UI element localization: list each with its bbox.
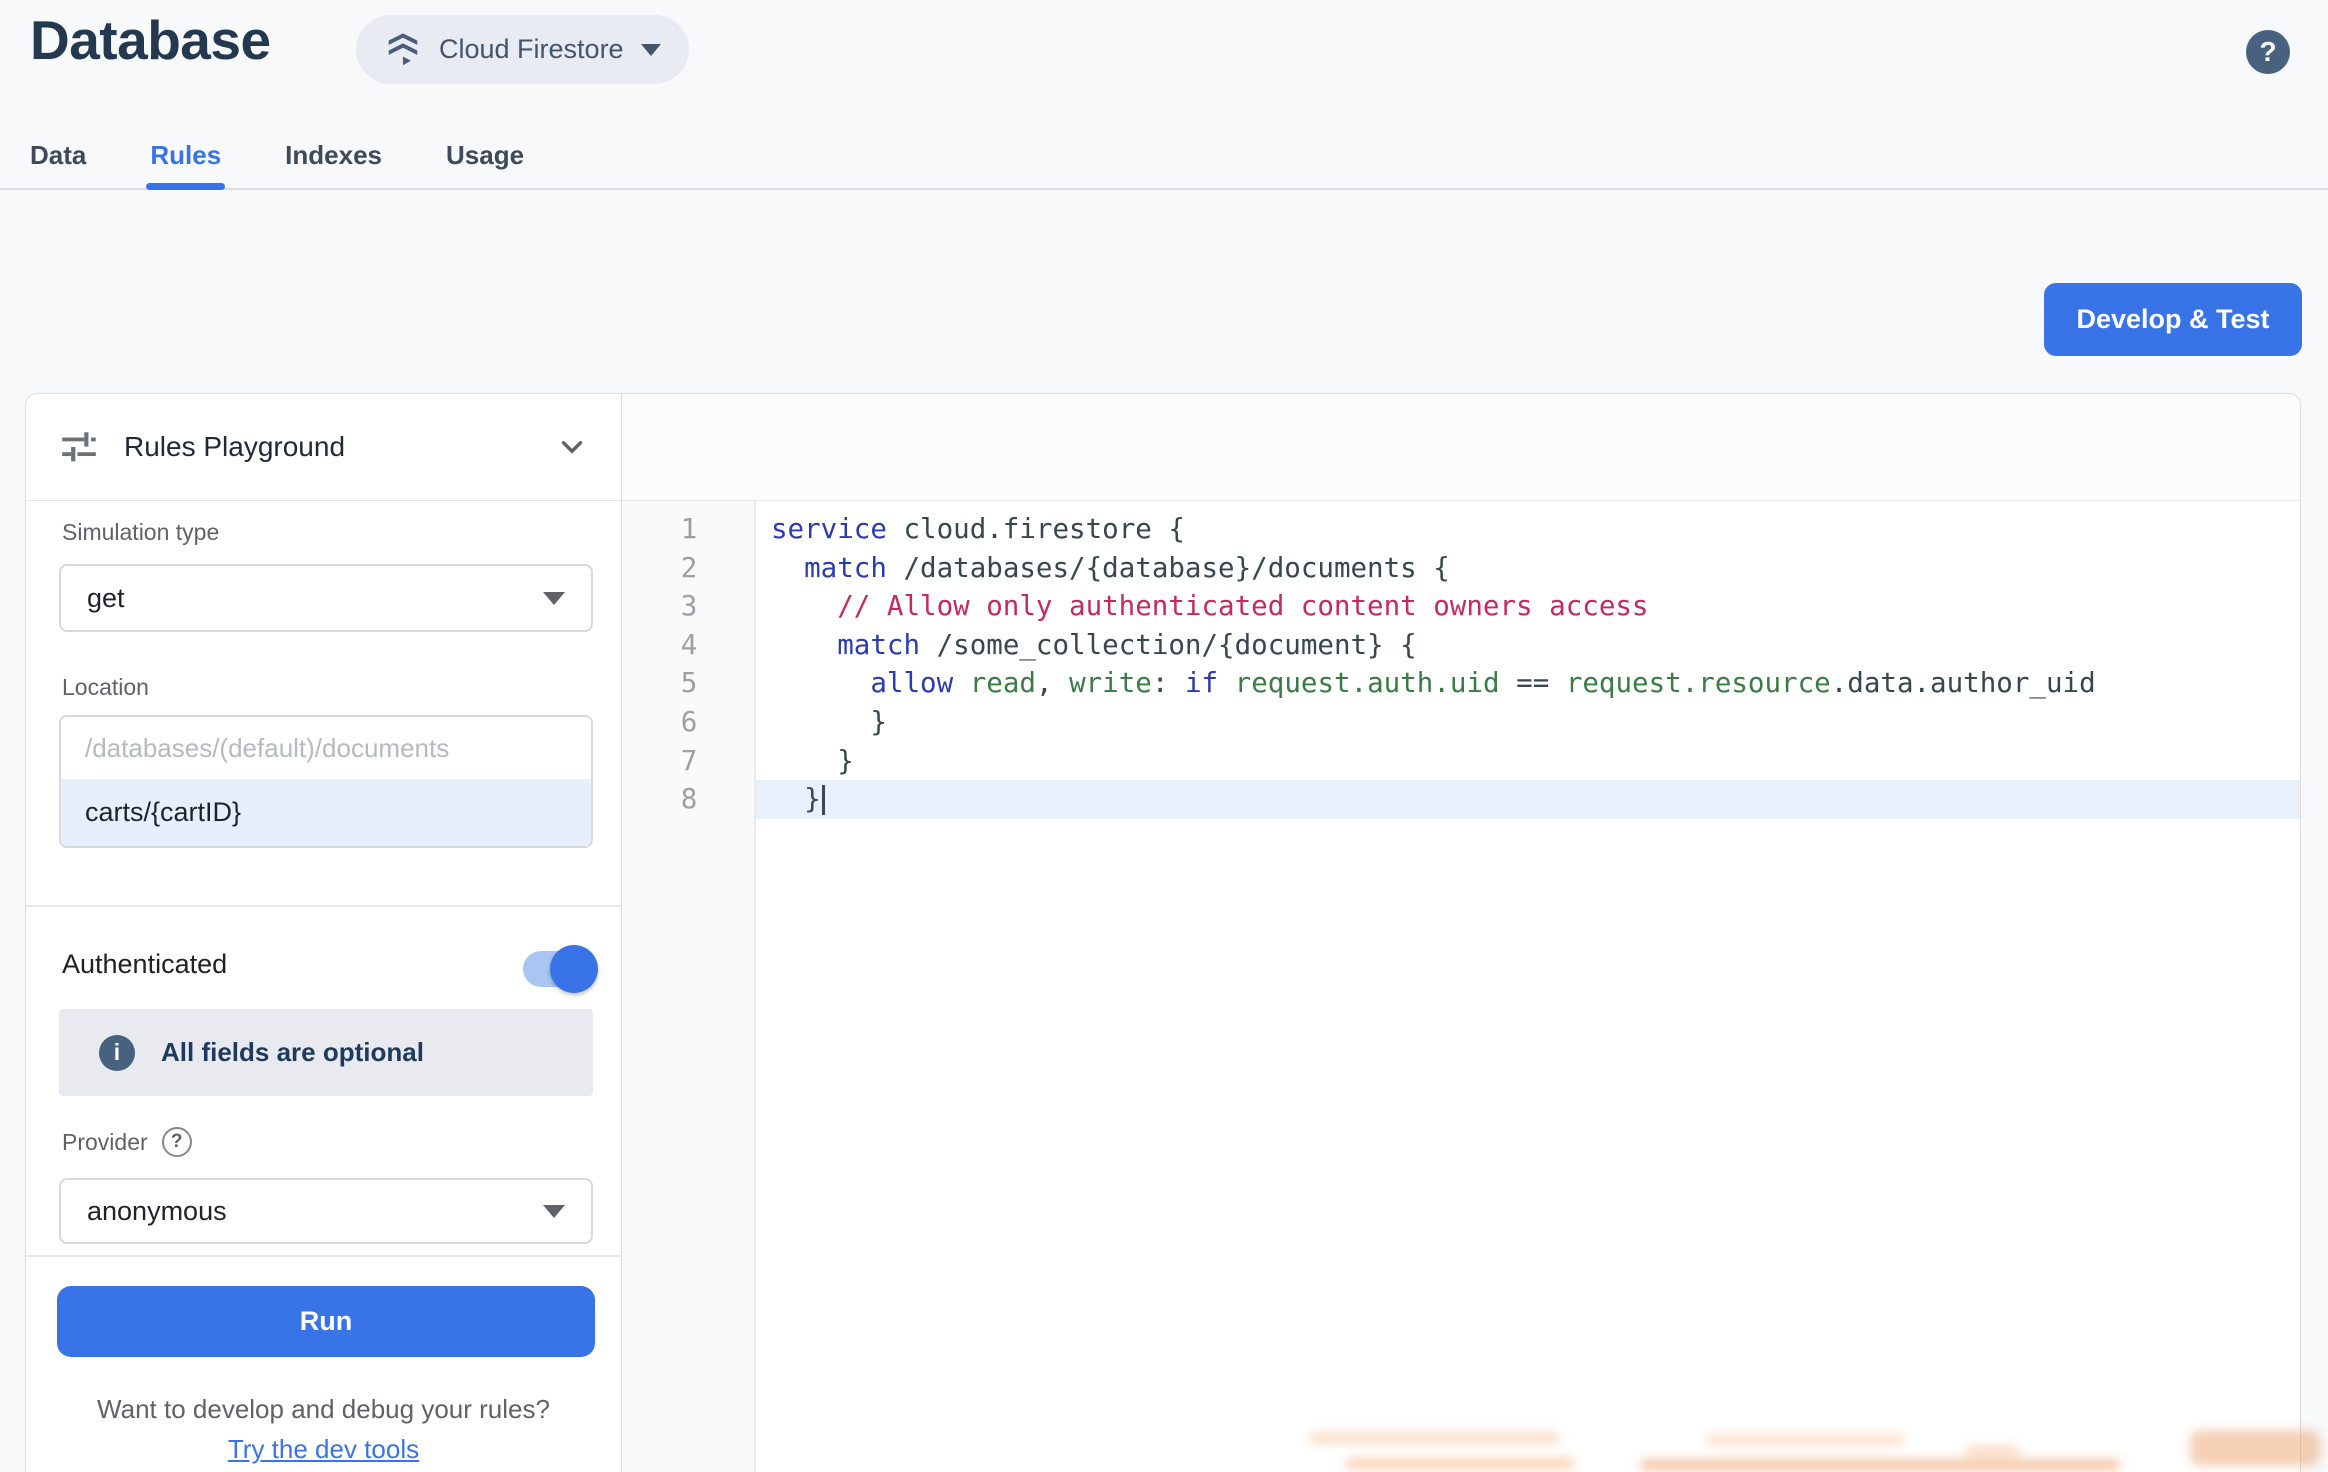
tab-label: Usage: [446, 140, 524, 171]
playground-title: Rules Playground: [124, 431, 531, 463]
dropdown-arrow-icon: [543, 1205, 565, 1218]
line-number: 6: [622, 703, 756, 742]
code-line[interactable]: 7 }: [622, 742, 2300, 781]
code-line[interactable]: 6 }: [622, 703, 2300, 742]
tab-label: Indexes: [285, 140, 382, 171]
product-chip-label: Cloud Firestore: [439, 34, 624, 65]
simulation-type-label: Simulation type: [62, 519, 219, 546]
tab-rules[interactable]: Rules: [146, 120, 225, 190]
location-input[interactable]: /databases/(default)/documents carts/{ca…: [59, 715, 593, 848]
line-number: 2: [622, 549, 756, 588]
dev-tools-link[interactable]: Try the dev tools: [228, 1434, 419, 1464]
code-line[interactable]: 2 match /databases/{database}/documents …: [622, 549, 2300, 588]
line-number: 8: [622, 780, 756, 819]
help-icon[interactable]: ?: [2246, 30, 2290, 74]
authenticated-label: Authenticated: [62, 949, 227, 980]
page-title: Database: [30, 8, 271, 72]
dropdown-arrow-icon: [543, 592, 565, 605]
develop-test-button[interactable]: Develop & Test: [2044, 283, 2302, 356]
location-label: Location: [62, 674, 149, 701]
code-content: }: [756, 742, 2300, 781]
section-divider: [26, 905, 621, 907]
collapse-chevron-icon[interactable]: [555, 430, 589, 464]
run-button[interactable]: Run: [57, 1286, 595, 1357]
tab-list: Data Rules Indexes Usage: [26, 120, 528, 190]
info-banner-text: All fields are optional: [161, 1037, 424, 1068]
info-banner: i All fields are optional: [59, 1009, 593, 1096]
code-content: }: [756, 703, 2300, 742]
firestore-icon: [384, 31, 422, 69]
code-content: match /databases/{database}/documents {: [756, 549, 2300, 588]
authenticated-toggle[interactable]: [523, 951, 593, 987]
simulation-type-value: get: [87, 583, 543, 614]
code-content: }: [756, 780, 2300, 819]
tab-indexes[interactable]: Indexes: [281, 120, 386, 190]
code-content: service cloud.firestore {: [756, 510, 2300, 549]
product-selector-chip[interactable]: Cloud Firestore: [356, 15, 689, 84]
code-content: match /some_collection/{document} {: [756, 626, 2300, 665]
line-number: 3: [622, 587, 756, 626]
code-line[interactable]: 5 allow read, write: if request.auth.uid…: [622, 664, 2300, 703]
tab-usage[interactable]: Usage: [442, 120, 528, 190]
rules-playground-header[interactable]: Rules Playground: [26, 394, 622, 500]
provider-help-icon[interactable]: ?: [162, 1127, 192, 1157]
line-number: 7: [622, 742, 756, 781]
line-number: 4: [622, 626, 756, 665]
location-placeholder: /databases/(default)/documents: [61, 717, 591, 779]
simulation-type-select[interactable]: get: [59, 564, 593, 632]
editor-toolbar: [622, 394, 2300, 500]
tab-label: Data: [30, 140, 86, 171]
section-divider: [26, 1255, 621, 1257]
card-body-row: Simulation type get Location /databases/…: [26, 501, 2300, 1472]
rules-playground-panel: Simulation type get Location /databases/…: [26, 501, 622, 1472]
dev-tools-link-wrap: Try the dev tools: [26, 1434, 621, 1465]
text-cursor: [822, 785, 825, 815]
info-icon: i: [99, 1035, 135, 1071]
code-content: // Allow only authenticated content owne…: [756, 587, 2300, 626]
location-value[interactable]: carts/{cartID}: [61, 779, 591, 846]
rules-code-editor[interactable]: 1service cloud.firestore {2 match /datab…: [622, 501, 2300, 1472]
code-line[interactable]: 3 // Allow only authenticated content ow…: [622, 587, 2300, 626]
chevron-down-icon: [641, 44, 661, 56]
code-line[interactable]: 8 }: [622, 780, 2300, 819]
tune-icon: [58, 426, 100, 468]
code-content: allow read, write: if request.auth.uid =…: [756, 664, 2300, 703]
line-number: 5: [622, 664, 756, 703]
rules-simulator-card: Rules Playground Simulation type get Loc…: [25, 393, 2301, 1472]
code-line[interactable]: 1service cloud.firestore {: [622, 510, 2300, 549]
provider-value: anonymous: [87, 1196, 543, 1227]
tab-label: Rules: [150, 140, 221, 171]
line-number: 1: [622, 510, 756, 549]
tab-data[interactable]: Data: [26, 120, 90, 190]
provider-select[interactable]: anonymous: [59, 1178, 593, 1244]
provider-label-row: Provider ?: [62, 1127, 192, 1157]
provider-label: Provider: [62, 1129, 148, 1156]
code-line[interactable]: 4 match /some_collection/{document} {: [622, 626, 2300, 665]
dev-tools-question: Want to develop and debug your rules?: [26, 1394, 621, 1425]
toggle-knob: [550, 945, 598, 993]
code-lines: 1service cloud.firestore {2 match /datab…: [622, 510, 2300, 819]
card-header-row: Rules Playground: [26, 394, 2300, 501]
